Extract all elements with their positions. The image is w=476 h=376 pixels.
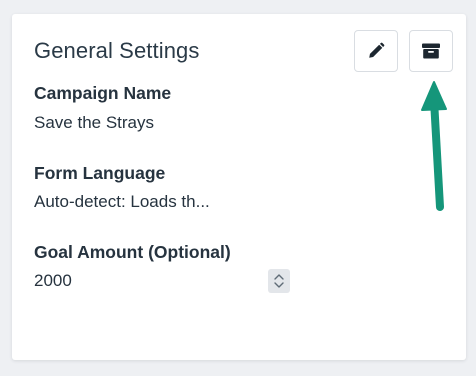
pencil-icon xyxy=(367,42,385,60)
campaign-name-value: Save the Strays xyxy=(34,113,155,132)
up-down-stepper-icon[interactable] xyxy=(268,269,290,293)
campaign-name-label: Campaign Name xyxy=(34,83,172,103)
edit-button[interactable] xyxy=(354,30,398,72)
goal-amount-input[interactable]: 2000 xyxy=(34,266,290,296)
goal-amount-label: Goal Amount (Optional) xyxy=(34,242,231,262)
general-settings-card: General Settings Campaign Name Save the … xyxy=(12,14,466,360)
form-language-label: Form Language xyxy=(34,163,166,183)
archive-box-icon xyxy=(421,42,441,60)
archive-button[interactable] xyxy=(409,30,453,72)
form-language-value: Auto-detect: Loads th... xyxy=(34,192,210,211)
panel-title: General Settings xyxy=(34,38,200,63)
goal-amount-value: 2000 xyxy=(34,271,72,290)
